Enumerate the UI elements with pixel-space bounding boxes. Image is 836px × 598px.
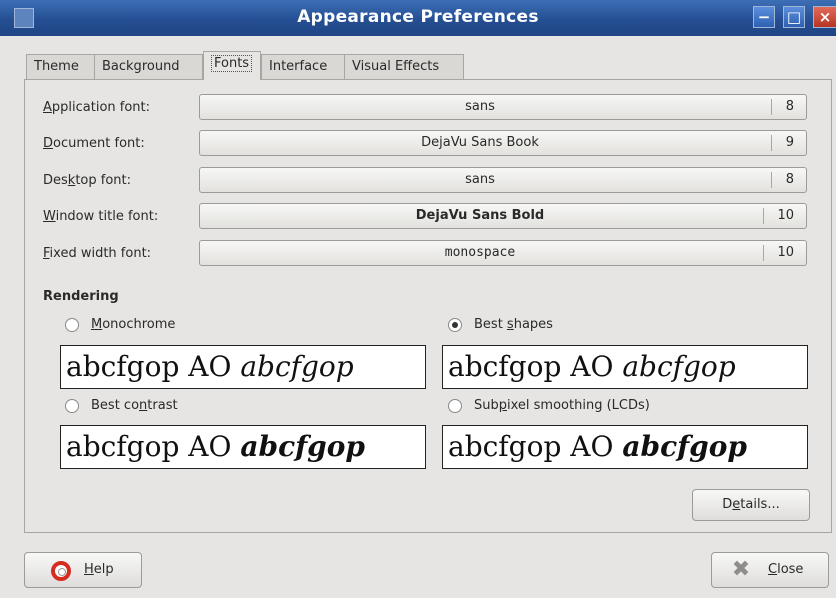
appearance-preferences-window: Appearance Preferences − □ × Theme Backg…	[0, 0, 836, 598]
close-x-icon: ✖	[731, 557, 751, 582]
tab-interface[interactable]: Interface	[261, 54, 345, 79]
sample-text: abcfgop AO	[448, 430, 623, 463]
font-size: 9	[785, 135, 794, 150]
maximize-button[interactable]: □	[783, 6, 805, 28]
button-label: tails...	[740, 497, 780, 512]
best-shapes-sample[interactable]: abcfgop AO abcfgop	[442, 345, 808, 389]
font-name: monospace	[444, 245, 516, 260]
desktop-font-button[interactable]: sans 8	[199, 167, 807, 193]
radio-button-selected[interactable]	[448, 318, 462, 332]
button-label: D	[722, 497, 733, 512]
tab-theme[interactable]: Theme	[26, 54, 95, 79]
sample-italic-text: abcfgop	[622, 350, 736, 383]
separator	[763, 245, 764, 261]
tab-fonts[interactable]: Fonts	[203, 51, 261, 80]
separator	[771, 99, 772, 115]
button-label: Help	[84, 562, 114, 577]
tab-label: Fonts	[211, 55, 253, 72]
sample-italic-text: abcfgop	[240, 350, 354, 383]
details-button[interactable]: Details...	[692, 489, 810, 521]
tab-visual-effects[interactable]: Visual Effects	[344, 54, 464, 79]
lifebuoy-icon	[51, 561, 71, 581]
font-name: sans	[465, 172, 495, 187]
fixed-width-font-label: Fixed width font:	[43, 246, 152, 261]
close-button[interactable]: ✖ Close	[711, 552, 829, 588]
application-font-label: Application font:	[43, 100, 151, 115]
tab-label: Theme	[34, 59, 79, 74]
best-contrast-sample[interactable]: abcfgop AO abcfgop	[60, 425, 426, 469]
document-font-button[interactable]: DejaVu Sans Book 9	[199, 130, 807, 156]
font-size: 10	[777, 208, 794, 223]
subpixel-smoothing-sample[interactable]: abcfgop AO abcfgop	[442, 425, 808, 469]
separator	[771, 172, 772, 188]
sample-text: abcfgop AO	[66, 350, 241, 383]
radio-label: Subpixel smoothing (LCDs)	[474, 398, 650, 413]
font-name: DejaVu Sans Bold	[415, 208, 545, 223]
tab-label: Interface	[269, 59, 328, 74]
radio-dot	[452, 322, 458, 328]
tab-label: Background	[102, 59, 180, 74]
window-title: Appearance Preferences	[297, 7, 539, 27]
font-size: 8	[785, 99, 794, 114]
separator	[771, 135, 772, 151]
fixed-width-font-button[interactable]: monospace 10	[199, 240, 807, 266]
radio-label: Best contrast	[91, 398, 178, 413]
button-label: Close	[768, 562, 804, 577]
desktop-font-label: Desktop font:	[43, 173, 131, 188]
minimize-button[interactable]: −	[753, 6, 775, 28]
window-close-button[interactable]: ×	[813, 6, 836, 28]
document-font-label: Document font:	[43, 136, 145, 151]
radio-button[interactable]	[448, 399, 462, 413]
sample-text: abcfgop AO	[448, 350, 623, 383]
application-font-button[interactable]: sans 8	[199, 94, 807, 120]
maximize-icon: □	[786, 8, 802, 26]
tab-background[interactable]: Background	[94, 54, 203, 79]
font-size: 10	[777, 245, 794, 260]
title-bar[interactable]: Appearance Preferences − □ ×	[0, 0, 836, 36]
rendering-heading: Rendering	[43, 289, 119, 304]
radio-button[interactable]	[65, 399, 79, 413]
help-button[interactable]: Help	[24, 552, 142, 588]
radio-label: Best shapes	[474, 317, 553, 332]
radio-button[interactable]	[65, 318, 79, 332]
separator	[763, 208, 764, 224]
sample-italic-text: abcfgop	[622, 430, 747, 463]
tab-label: Visual Effects	[352, 59, 440, 74]
font-name: DejaVu Sans Book	[421, 135, 539, 150]
font-size: 8	[785, 172, 794, 187]
sample-italic-text: abcfgop	[240, 430, 365, 463]
window-close-icon: ×	[818, 8, 832, 26]
monochrome-sample[interactable]: abcfgop AO abcfgop	[60, 345, 426, 389]
radio-label: Monochrome	[91, 317, 176, 332]
window-title-font-button[interactable]: DejaVu Sans Bold 10	[199, 203, 807, 229]
window-title-font-label: Window title font:	[43, 209, 159, 224]
minimize-icon: −	[757, 8, 771, 26]
font-name: sans	[465, 99, 495, 114]
sample-text: abcfgop AO	[66, 430, 241, 463]
